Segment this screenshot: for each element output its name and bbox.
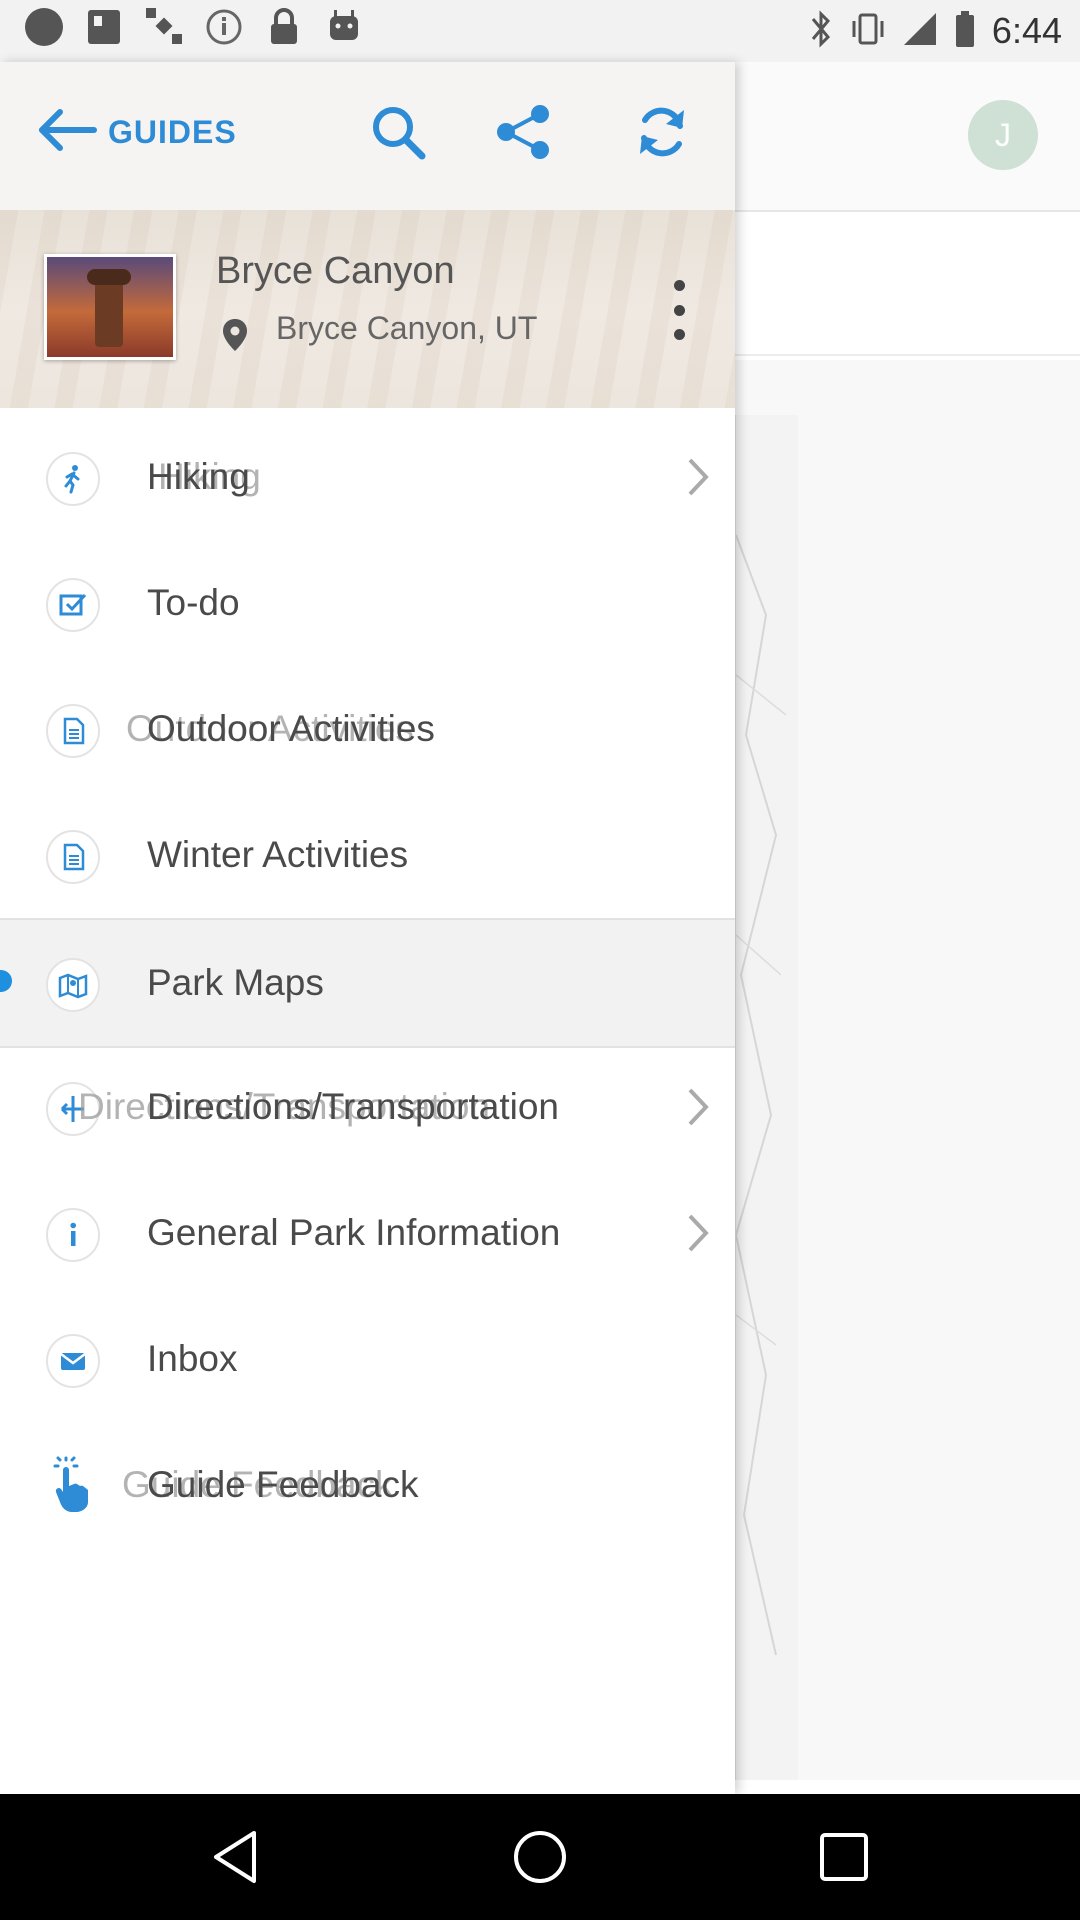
tap-icon (53, 1456, 88, 1512)
info-icon (202, 6, 246, 57)
menu-item-directions-label: Directions/Transportation (147, 1086, 559, 1127)
status-time: 6:44 (991, 10, 1062, 51)
hiking-icon (46, 452, 100, 506)
chevron-right-icon (688, 1088, 709, 1126)
menu-item-directions[interactable]: Directions/Transportation Directions/Tra… (0, 1044, 735, 1170)
avatar[interactable]: J (968, 100, 1038, 170)
back-arrow-icon[interactable] (38, 108, 98, 152)
signal-icon (902, 9, 938, 54)
map-icon (46, 958, 100, 1012)
menu-item-guide-feedback-label: Guide Feedback (147, 1464, 419, 1505)
chevron-right-icon (688, 1214, 709, 1252)
navigation-drawer: GUIDES Bryce Canyon Bryce Canyon, UT Hik… (0, 62, 735, 1794)
search-icon[interactable] (368, 102, 428, 162)
menu-item-outdoor-activities-label: Outdoor Activities (147, 708, 435, 749)
guide-header[interactable]: Bryce Canyon Bryce Canyon, UT (0, 210, 735, 408)
menu-item-winter-activities-label: Winter Activities (147, 834, 409, 875)
menu-item-hiking[interactable]: Hiking Hiking (0, 414, 735, 540)
status-icons-right: 6:44 (808, 9, 1062, 54)
hoodoo-rock-shape (95, 275, 123, 347)
map-lines-icon (734, 534, 787, 1656)
more-options-icon[interactable] (668, 280, 690, 340)
mail-icon (46, 1334, 100, 1388)
menu-item-general-info-label: General Park Information (147, 1212, 561, 1253)
refresh-icon[interactable] (632, 102, 692, 162)
fake-gps-icon (82, 6, 126, 57)
menu-item-guide-feedback[interactable]: Guide Feedback Guide Feedback (0, 1422, 735, 1548)
guide-title: Bryce Canyon (216, 250, 455, 292)
vibrate-icon (850, 9, 886, 54)
lock-icon (262, 6, 306, 57)
system-navigation-bar (0, 1794, 1080, 1920)
info-icon (46, 1208, 100, 1262)
menu-item-inbox[interactable]: Inbox (0, 1296, 735, 1422)
checkbox-icon (46, 578, 100, 632)
menu-item-todo[interactable]: To-do (0, 540, 735, 666)
avatar-initial: J (995, 116, 1011, 153)
guide-thumbnail (44, 254, 176, 360)
menu-item-general-info[interactable]: General Park Information (0, 1170, 735, 1296)
active-indicator-dot (0, 970, 12, 992)
status-bar: 6:44 (0, 0, 1080, 62)
menu-item-winter-activities[interactable]: Winter Activities (0, 792, 735, 918)
document-icon (46, 704, 100, 758)
hoodoo-cap-shape (87, 269, 131, 285)
guide-location: Bryce Canyon, UT (276, 310, 538, 346)
battery-icon (954, 9, 976, 54)
drawer-toolbar: GUIDES (0, 62, 735, 212)
menu-item-todo-label: To-do (147, 582, 240, 623)
menu-item-hiking-label: Hiking (147, 456, 250, 497)
document-icon (46, 830, 100, 884)
home-circle-icon[interactable] (510, 1827, 570, 1887)
satellite-icon (142, 6, 186, 57)
chevron-right-icon (688, 458, 709, 496)
circle-icon (22, 6, 66, 57)
menu-item-park-maps[interactable]: Park Maps (0, 918, 735, 1048)
guides-back-label[interactable]: GUIDES (108, 114, 237, 151)
recents-square-icon[interactable] (814, 1827, 874, 1887)
menu-item-park-maps-label: Park Maps (147, 962, 324, 1003)
bluetooth-icon (808, 9, 834, 54)
menu-item-inbox-label: Inbox (147, 1338, 238, 1379)
share-icon[interactable] (494, 102, 554, 162)
location-pin-icon (223, 319, 247, 351)
android-icon (322, 6, 366, 57)
park-map-preview[interactable] (734, 415, 798, 1780)
back-triangle-icon[interactable] (206, 1827, 266, 1887)
menu-item-outdoor-activities[interactable]: Outdoor Activities Outdoor Activities (0, 666, 735, 792)
status-icons-left (22, 7, 366, 52)
